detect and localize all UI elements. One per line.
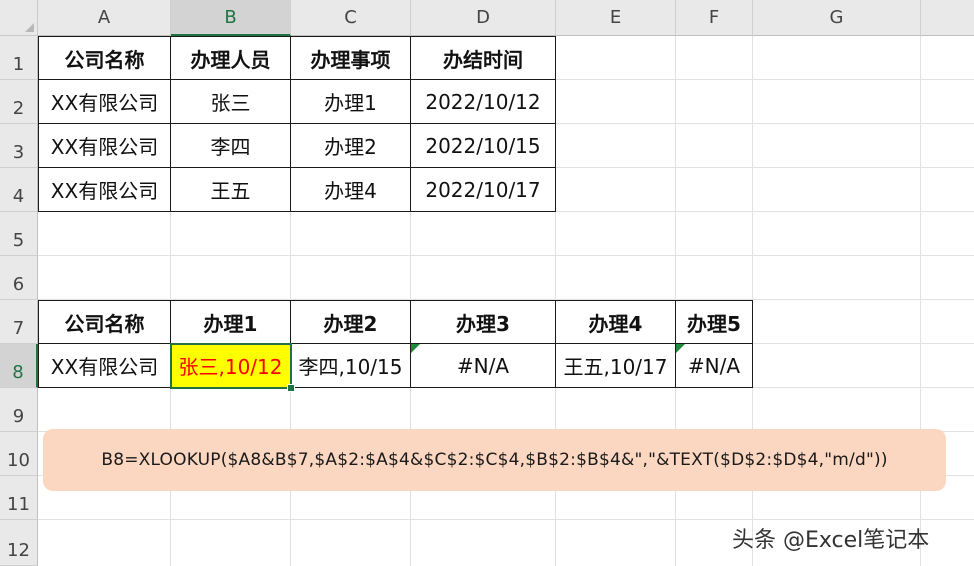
row-header-12[interactable]: 12 <box>0 520 38 566</box>
cell-d8[interactable]: #N/A <box>411 344 556 388</box>
row-header-11[interactable]: 11 <box>0 476 38 520</box>
cell-a3[interactable]: XX有限公司 <box>38 124 171 168</box>
cell-d4[interactable]: 2022/10/17 <box>411 168 556 212</box>
select-all-triangle-icon <box>25 23 34 32</box>
cell-c2[interactable]: 办理1 <box>291 80 411 124</box>
error-indicator-icon <box>676 344 685 353</box>
cell-a1[interactable]: 公司名称 <box>38 36 171 80</box>
cell-b1[interactable]: 办理人员 <box>171 36 291 80</box>
gridline <box>38 255 974 256</box>
gridline <box>38 519 974 520</box>
cell-e8[interactable]: 王五,10/17 <box>556 344 676 388</box>
cell-d8-value: #N/A <box>456 353 510 378</box>
error-indicator-icon <box>411 344 420 353</box>
cell-c3[interactable]: 办理2 <box>291 124 411 168</box>
column-header-d[interactable]: D <box>411 0 556 36</box>
cell-b3[interactable]: 李四 <box>171 124 291 168</box>
row-header-9[interactable]: 9 <box>0 388 38 432</box>
cell-b2[interactable]: 张三 <box>171 80 291 124</box>
row-header-3[interactable]: 3 <box>0 124 38 168</box>
cell-c4[interactable]: 办理4 <box>291 168 411 212</box>
row-header-1[interactable]: 1 <box>0 36 38 80</box>
cell-a8[interactable]: XX有限公司 <box>38 344 171 388</box>
row-header-4[interactable]: 4 <box>0 168 38 212</box>
cell-b4[interactable]: 王五 <box>171 168 291 212</box>
row-header-2[interactable]: 2 <box>0 80 38 124</box>
cell-a2[interactable]: XX有限公司 <box>38 80 171 124</box>
cell-c8[interactable]: 李四,10/15 <box>291 344 411 388</box>
cell-a4[interactable]: XX有限公司 <box>38 168 171 212</box>
select-all-corner[interactable] <box>0 0 38 36</box>
watermark: 头条 @Excel笔记本 <box>732 528 930 553</box>
row-header-5[interactable]: 5 <box>0 212 38 256</box>
cell-b8[interactable]: 张三,10/12 <box>171 344 291 388</box>
row-header-8[interactable]: 8 <box>0 344 38 388</box>
column-header-f[interactable]: F <box>676 0 753 36</box>
column-header-h[interactable] <box>921 0 974 36</box>
cell-e7[interactable]: 办理4 <box>556 300 676 344</box>
column-header-a[interactable]: A <box>38 0 171 36</box>
row-header-6[interactable]: 6 <box>0 256 38 300</box>
column-header-g[interactable]: G <box>753 0 921 36</box>
cell-f8[interactable]: #N/A <box>676 344 753 388</box>
cell-f7[interactable]: 办理5 <box>676 300 753 344</box>
formula-note: B8=XLOOKUP($A8&B$7,$A$2:$A$4&$C$2:$C$4,$… <box>43 429 946 491</box>
spreadsheet: A B C D E F G 1 2 3 4 5 6 7 8 9 10 11 12… <box>0 0 974 566</box>
cell-d1[interactable]: 办结时间 <box>411 36 556 80</box>
cell-b7[interactable]: 办理1 <box>171 300 291 344</box>
cell-d3[interactable]: 2022/10/15 <box>411 124 556 168</box>
cell-c1[interactable]: 办理事项 <box>291 36 411 80</box>
fill-handle[interactable] <box>287 384 295 392</box>
formula-note-text: B8=XLOOKUP($A8&B$7,$A$2:$A$4&$C$2:$C$4,$… <box>101 450 888 470</box>
cell-d2[interactable]: 2022/10/12 <box>411 80 556 124</box>
cell-d7[interactable]: 办理3 <box>411 300 556 344</box>
column-header-e[interactable]: E <box>556 0 676 36</box>
row-header-10[interactable]: 10 <box>0 432 38 476</box>
column-header-c[interactable]: C <box>291 0 411 36</box>
cell-c7[interactable]: 办理2 <box>291 300 411 344</box>
cell-a7[interactable]: 公司名称 <box>38 300 171 344</box>
cell-f8-value: #N/A <box>687 353 741 378</box>
row-header-7[interactable]: 7 <box>0 300 38 344</box>
column-header-b[interactable]: B <box>171 0 291 36</box>
